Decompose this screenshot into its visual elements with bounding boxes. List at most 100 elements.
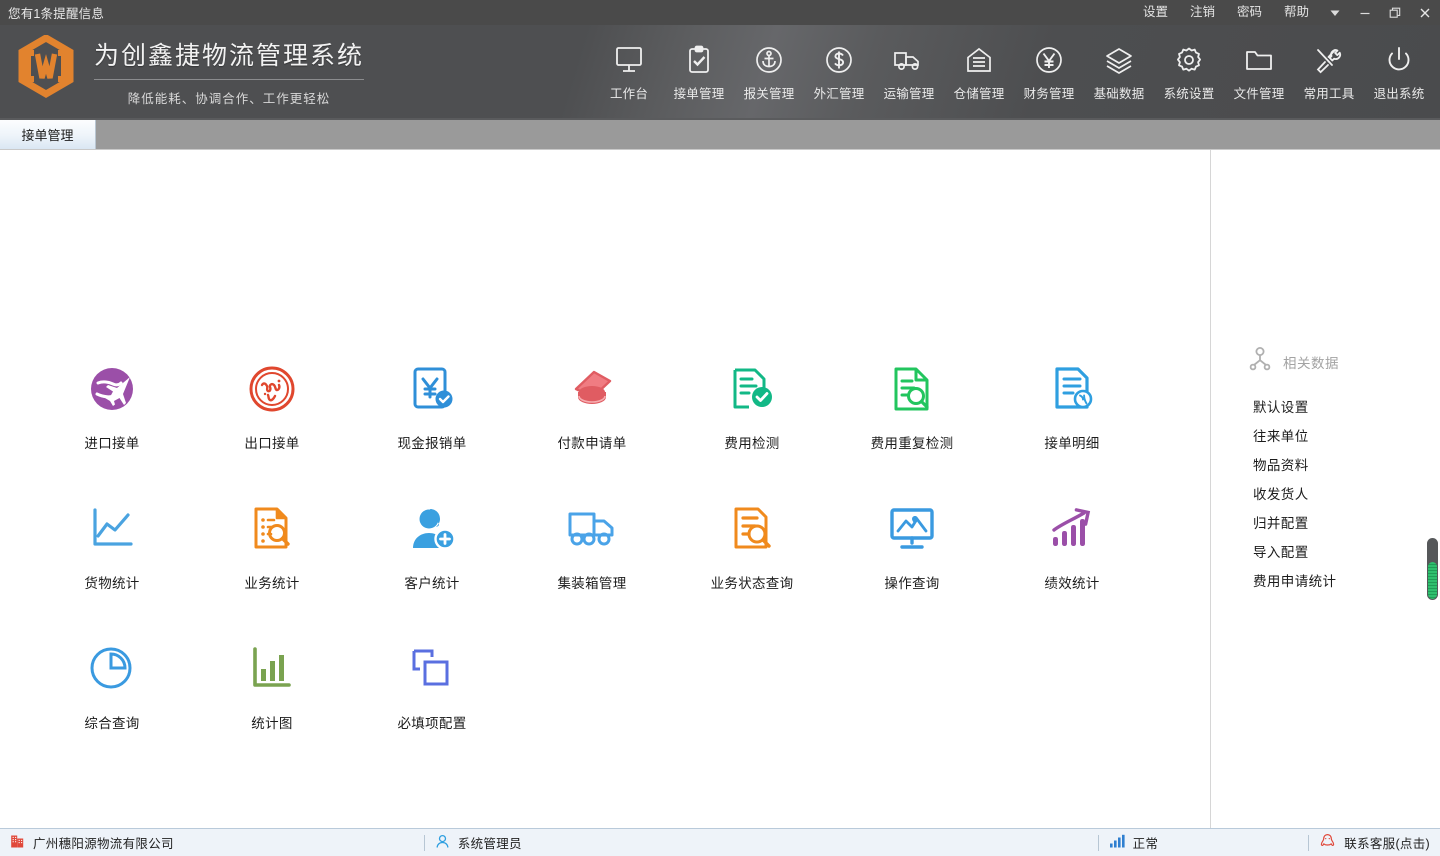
app-operation-query[interactable]: 操作查询 [832,488,992,628]
titlebar-link-settings[interactable]: 设置 [1132,0,1179,25]
building-icon [10,834,25,852]
copy-squares-icon [406,640,458,698]
toolbar-item-workbench[interactable]: 工作台 [594,35,664,102]
toolbar-item-finance[interactable]: 财务管理 [1014,35,1084,102]
app-performance-statistics[interactable]: 绩效统计 [992,488,1152,628]
app-container-management[interactable]: 集装箱管理 [512,488,672,628]
toolbar-item-basedata[interactable]: 基础数据 [1084,35,1154,102]
power-icon [1382,37,1416,83]
titlebar-link-help[interactable]: 帮助 [1273,0,1320,25]
toolbar-item-transport[interactable]: 运输管理 [874,35,944,102]
scrollbar-thumb[interactable] [1427,538,1438,600]
toolbar-label: 运输管理 [883,86,935,101]
coins-card-icon [566,360,618,418]
titlebar-link-logout[interactable]: 注销 [1179,0,1226,25]
close-icon[interactable] [1410,0,1440,25]
toolbar-item-order-management[interactable]: 接单管理 [664,35,734,102]
app-label: 现金报销单 [397,436,467,451]
app-customer-statistics[interactable]: 客户统计 [352,488,512,628]
doc-search-icon [886,360,938,418]
app-label: 进口接单 [84,436,140,451]
related-item-counterparties[interactable]: 往来单位 [1211,420,1440,449]
yuan-circle-icon [1032,37,1066,83]
toolbar-label: 财务管理 [1023,86,1075,101]
app-label: 接单明细 [1044,436,1100,451]
toolbar-label: 接单管理 [673,86,725,101]
tab-strip: 接单管理 [0,118,1440,150]
folder-icon [1242,37,1276,83]
status-user-text: 系统管理员 [457,837,522,851]
app-label: 货物统计 [84,576,140,591]
logo-icon [14,33,78,109]
minimize-icon[interactable] [1350,0,1380,25]
notice-text[interactable]: 您有1条提醒信息 [0,3,104,22]
related-data-panel: 相关数据 默认设置 往来单位 物品资料 收发货人 归并配置 导入配置 费用申请统… [1210,150,1440,828]
app-cash-reimbursement[interactable]: 现金报销单 [352,348,512,488]
dropdown-icon[interactable] [1320,0,1350,25]
status-user[interactable]: 系统管理员 [425,829,532,856]
toolbar-item-exit[interactable]: 退出系统 [1364,35,1434,102]
tab-order-management[interactable]: 接单管理 [0,119,96,149]
app-label: 绩效统计 [1044,576,1100,591]
related-item-default-settings[interactable]: 默认设置 [1211,391,1440,420]
app-order-detail[interactable]: 接单明细 [992,348,1152,488]
vertical-scrollbar[interactable] [1427,318,1438,758]
qq-penguin-icon [1319,833,1336,853]
status-support[interactable]: 联系客服(点击) [1309,829,1440,856]
app-statistics-chart[interactable]: 统计图 [192,628,352,768]
related-item-merge-config[interactable]: 归并配置 [1211,507,1440,536]
related-item-import-config[interactable]: 导入配置 [1211,536,1440,565]
status-network[interactable]: 正常 [1099,829,1169,856]
related-item-consignee[interactable]: 收发货人 [1211,478,1440,507]
app-grid: 进口接单 出口接单 现金报销单 付款申请单 费用检测 费用重复检测 接单明细 货… [32,348,1162,768]
app-label: 必填项配置 [397,716,467,731]
title-bar: 您有1条提醒信息 设置 注销 密码 帮助 [0,0,1440,25]
app-business-status-query[interactable]: 业务状态查询 [672,488,832,628]
toolbar-label: 基础数据 [1093,86,1145,101]
brand-text: 为创鑫捷物流管理系统 降低能耗、协调合作、工作更轻松 [94,36,365,107]
app-fee-duplicate-check[interactable]: 费用重复检测 [832,348,992,488]
titlebar-link-password[interactable]: 密码 [1226,0,1273,25]
clipboard-check-icon [682,37,716,83]
app-required-field-config[interactable]: 必填项配置 [352,628,512,768]
toolbar-item-file-management[interactable]: 文件管理 [1224,35,1294,102]
pie-chart-icon [86,640,138,698]
related-data-title: 相关数据 [1283,355,1339,371]
doc-in-icon [1046,360,1098,418]
toolbar-item-tools[interactable]: 常用工具 [1294,35,1364,102]
app-import-order[interactable]: 进口接单 [32,348,192,488]
toolbar-item-customs[interactable]: 报关管理 [734,35,804,102]
related-data-header: 相关数据 [1211,346,1440,377]
related-item-fee-application-stats[interactable]: 费用申请统计 [1211,565,1440,594]
app-fee-check[interactable]: 费用检测 [672,348,832,488]
toolbar-label: 工作台 [609,86,649,101]
toolbar-item-forex[interactable]: 外汇管理 [804,35,874,102]
toolbar-label: 文件管理 [1233,86,1285,101]
toolbar-label: 退出系统 [1373,86,1425,101]
app-payment-application[interactable]: 付款申请单 [512,348,672,488]
person-icon [435,834,450,852]
plane-globe-icon [86,360,138,418]
signal-bars-icon [1109,834,1125,851]
toolbar-label: 报关管理 [743,86,795,101]
tools-icon [1311,37,1347,83]
maximize-icon[interactable] [1380,0,1410,25]
app-label: 操作查询 [884,576,940,591]
app-cargo-statistics[interactable]: 货物统计 [32,488,192,628]
doc-check-icon [726,360,778,418]
status-network-text: 正常 [1132,837,1159,851]
toolbar-label: 常用工具 [1303,86,1355,101]
toolbar-item-system-settings[interactable]: 系统设置 [1154,35,1224,102]
globe-circle-icon [246,360,298,418]
scrollbar-thumb-indicator [1428,562,1437,599]
app-business-statistics[interactable]: 业务统计 [192,488,352,628]
app-export-order[interactable]: 出口接单 [192,348,352,488]
dollar-circle-icon [822,37,856,83]
related-item-goods-info[interactable]: 物品资料 [1211,449,1440,478]
toolbar-item-warehouse[interactable]: 仓储管理 [944,35,1014,102]
gear-icon [1172,37,1206,83]
app-label: 集装箱管理 [557,576,627,591]
app-comprehensive-query[interactable]: 综合查询 [32,628,192,768]
status-company[interactable]: 广州穗阳源物流有限公司 [0,829,184,856]
app-label: 业务统计 [244,576,300,591]
